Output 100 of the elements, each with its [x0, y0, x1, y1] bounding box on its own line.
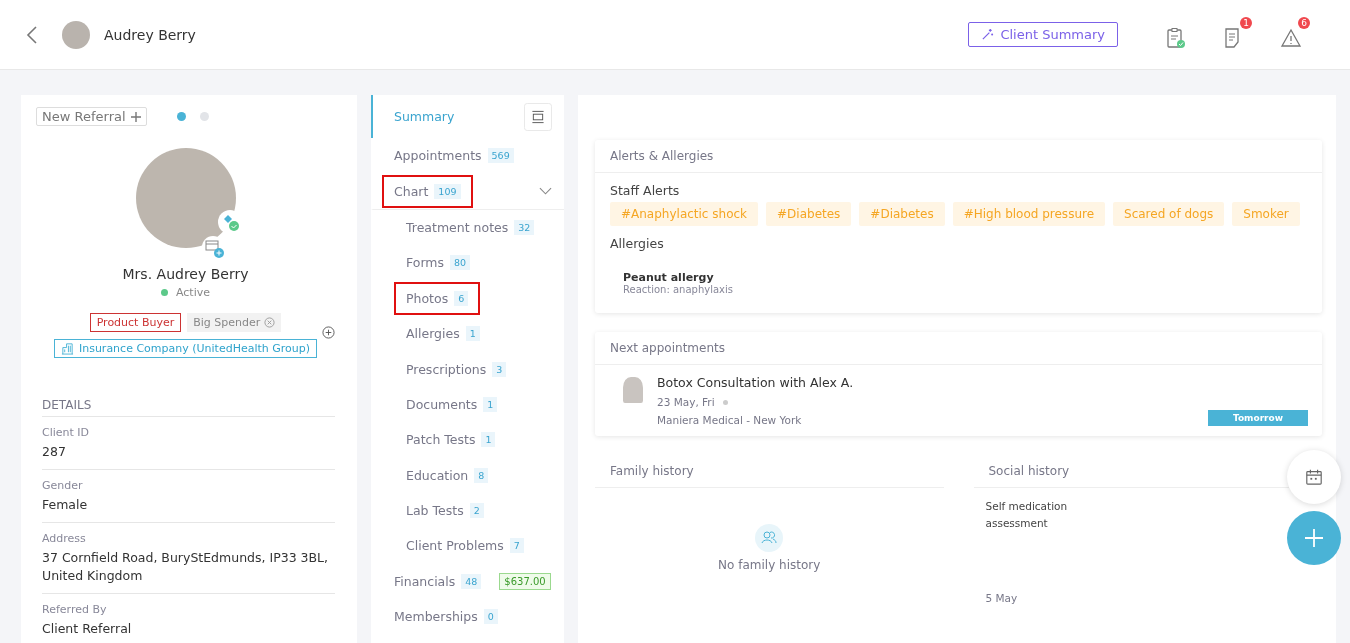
client-name: Audrey Berry: [104, 26, 196, 43]
history-date: 5 May: [985, 592, 1019, 604]
count-badge: 8: [474, 467, 489, 483]
nav-subitem[interactable]: Forms 80: [371, 245, 564, 281]
add-tag-icon[interactable]: [322, 326, 335, 339]
detail-value: Female: [42, 496, 89, 514]
history-entry: Self medication assessment: [985, 499, 1069, 531]
count-badge: 1: [481, 432, 496, 448]
count-badge: 0: [483, 609, 498, 625]
plus-icon: [130, 111, 141, 122]
chevron-icon[interactable]: [539, 187, 552, 196]
back-icon[interactable]: [26, 24, 38, 45]
nav-label: Forms: [406, 255, 444, 271]
detail-label: Address: [42, 532, 87, 545]
appointment-location: Maniera Medical - New York: [657, 414, 803, 426]
nav-label: Summary: [394, 109, 455, 124]
appointment-date: 23 May, Fri: [657, 396, 715, 408]
detail-value: 287: [42, 443, 67, 461]
nav-label: Prescriptions: [406, 361, 487, 377]
nav-subitem[interactable]: Allergies 1: [371, 315, 564, 352]
client-full-name: Mrs. Audrey Berry: [121, 266, 250, 282]
nav-label: Appointments: [394, 148, 482, 164]
alert-tag: #Anaphylactic shock: [610, 202, 759, 226]
add-card-icon[interactable]: [201, 236, 226, 260]
nav-subitem[interactable]: Photos 6: [371, 280, 564, 316]
day-badge: Tomorrow: [1207, 410, 1308, 426]
section-heading: DETAILS: [42, 398, 335, 417]
nav-label: Allergies: [406, 326, 460, 342]
nav-label: Lab Tests: [406, 503, 464, 519]
detail-label: Gender: [42, 479, 84, 492]
tag[interactable]: Product Buyer: [89, 313, 182, 332]
clipboard-icon: [1165, 26, 1185, 49]
detail-label: Client ID: [42, 426, 91, 439]
carousel-dot[interactable]: [176, 112, 186, 121]
nav-subitem[interactable]: Patch Tests 1: [371, 422, 564, 458]
subsection-title: Staff Alerts: [610, 183, 681, 198]
nav-label: Treatment notes: [406, 219, 509, 235]
nav-item[interactable]: Appointments 569: [371, 138, 564, 174]
separator-dot: [722, 399, 728, 405]
remove-icon[interactable]: [264, 317, 276, 328]
nav-item[interactable]: Summary: [371, 95, 564, 138]
nav-label: Patch Tests: [406, 432, 476, 448]
nav-subitem[interactable]: Lab Tests 2: [371, 492, 564, 529]
alert-tag: Scared of dogs: [1113, 202, 1225, 226]
nav-subitem[interactable]: Documents 1: [371, 386, 564, 423]
alert-tag: #Diabetes: [766, 202, 852, 226]
count-badge: 32: [514, 219, 535, 235]
appointment-title[interactable]: Botox Consultation with Alex A.: [657, 375, 1194, 390]
nav-label: Client Problems: [406, 538, 504, 554]
panel-title: Alerts & Allergies: [595, 140, 1322, 173]
alert-tag: #High blood pressure: [952, 202, 1106, 226]
notification-badge: 1: [1240, 16, 1252, 29]
count-badge: 569: [487, 148, 514, 164]
nav-label: Documents: [406, 396, 478, 412]
carousel-dot[interactable]: [199, 112, 209, 121]
detail-value: Client Referral: [42, 620, 133, 638]
allergy-name: Peanut allergy: [623, 271, 715, 284]
collapse-icon[interactable]: [524, 102, 552, 131]
insurance-tag[interactable]: Insurance Company (UnitedHealth Group): [53, 339, 318, 358]
alert-tag: Smoker: [1232, 202, 1300, 226]
amount-badge: $637.00: [499, 572, 551, 590]
count-badge: 3: [492, 361, 507, 377]
nav-label: Education: [406, 467, 469, 483]
nav-subitem[interactable]: Treatment notes 32: [371, 209, 564, 246]
client-summary-button[interactable]: Client Summary: [968, 22, 1118, 47]
notification-button[interactable]: 6: [1276, 16, 1310, 53]
nav-item[interactable]: Memberships 0: [371, 599, 564, 635]
count-badge: 1: [483, 396, 498, 412]
empty-state-text: No family history: [718, 558, 821, 572]
avatar: [623, 377, 643, 403]
count-badge: 48: [461, 573, 482, 589]
plus-icon: [1304, 528, 1324, 548]
tag[interactable]: Big Spender: [187, 313, 282, 332]
warning-icon: [1280, 27, 1302, 48]
count-badge: 80: [450, 255, 471, 271]
panel-title: Family history: [595, 455, 944, 488]
nav-label: Financials: [394, 573, 456, 589]
nav-label: Photos: [406, 290, 449, 306]
building-icon: [60, 342, 74, 355]
allergy-reaction: Reaction: anaphylaxis: [623, 284, 734, 295]
detail-value: 37 Cornfield Road, BuryStEdmunds, IP33 3BL, United Kingdom: [42, 549, 330, 585]
notification-button[interactable]: 1: [1218, 16, 1252, 53]
count-badge: 6: [454, 290, 469, 306]
nav-item[interactable]: Chart 109: [371, 173, 564, 210]
people-icon: [755, 524, 784, 552]
avatar: [62, 20, 90, 49]
verified-badge-icon: [217, 210, 242, 234]
nav-subitem[interactable]: Prescriptions 3: [371, 351, 564, 387]
magic-wand-icon: [981, 28, 995, 41]
count-badge: 1: [465, 326, 480, 342]
calendar-icon: [1305, 468, 1323, 486]
nav-item[interactable]: Financials 48 $637.00: [371, 563, 564, 600]
nav-subitem[interactable]: Client Problems 7: [371, 528, 564, 564]
panel-title: Next appointments: [595, 332, 1322, 365]
new-referral-button[interactable]: New Referral: [36, 107, 147, 126]
nav-label: Chart: [394, 183, 429, 199]
nav-label: Memberships: [394, 609, 478, 625]
nav-subitem[interactable]: Education 8: [371, 457, 564, 493]
count-badge: 109: [434, 183, 461, 199]
notification-badge: 6: [1298, 16, 1310, 29]
